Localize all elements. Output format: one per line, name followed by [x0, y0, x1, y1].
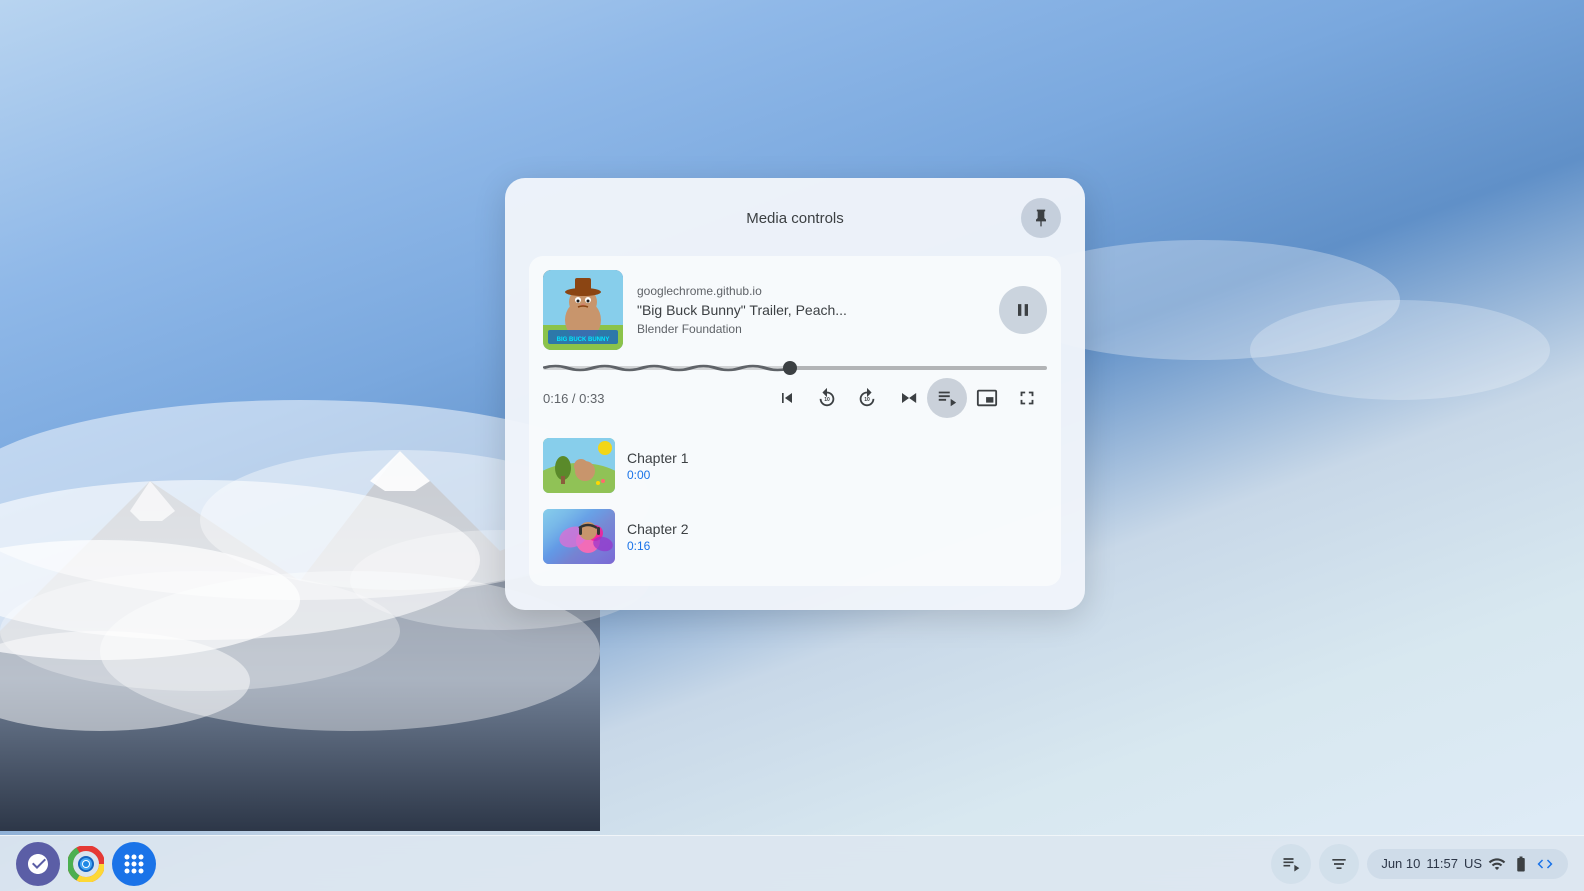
forward-icon: 10 — [856, 387, 878, 409]
fullscreen-icon — [1016, 387, 1038, 409]
media-info-row: BIG BUCK BUNNY googlechrome.github.io "B… — [543, 270, 1047, 350]
svg-text:BIG BUCK BUNNY: BIG BUCK BUNNY — [557, 337, 610, 343]
progress-thumb — [783, 361, 797, 375]
taskbar-media-button[interactable] — [1271, 844, 1311, 884]
controls-row: 0:16 / 0:33 10 10 — [543, 378, 1047, 418]
chapter-1-info: Chapter 1 0:00 — [627, 450, 1047, 482]
chapter-1-image — [543, 438, 615, 493]
launcher-button[interactable] — [16, 842, 60, 886]
pin-button[interactable] — [1021, 198, 1061, 238]
svg-text:10: 10 — [864, 397, 870, 403]
pip-icon — [976, 387, 998, 409]
chapter-item[interactable]: Chapter 2 0:16 — [543, 501, 1047, 572]
taskbar-playlist-icon — [1329, 854, 1349, 874]
media-text-info: googlechrome.github.io "Big Buck Bunny" … — [637, 284, 985, 336]
media-thumbnail: BIG BUCK BUNNY — [543, 270, 623, 350]
progress-wave — [543, 360, 790, 376]
media-controls-panel: Media controls — [505, 178, 1085, 610]
media-title: "Big Buck Bunny" Trailer, Peach... — [637, 302, 985, 318]
media-source: googlechrome.github.io — [637, 284, 985, 298]
chrome-button[interactable] — [64, 842, 108, 886]
chapter-1-name: Chapter 1 — [627, 450, 1047, 466]
next-track-icon — [897, 388, 917, 408]
chrome-icon — [68, 846, 104, 882]
chapter-2-time: 0:16 — [627, 539, 1047, 553]
time-display: 0:16 / 0:33 — [543, 391, 604, 406]
chapter-1-thumbnail — [543, 438, 615, 493]
progress-unplayed — [790, 366, 1047, 370]
progress-bar[interactable] — [543, 366, 1047, 370]
fullscreen-button[interactable] — [1007, 378, 1047, 418]
pause-icon — [1013, 300, 1033, 320]
rewind-icon: 10 — [816, 387, 838, 409]
bbb-poster: BIG BUCK BUNNY — [543, 270, 623, 350]
time-display: 11:57 — [1426, 856, 1458, 871]
taskbar: Jun 10 11:57 US — [0, 835, 1584, 891]
wifi-icon — [1488, 855, 1506, 873]
pause-button[interactable] — [999, 286, 1047, 334]
taskbar-playlist-button[interactable] — [1319, 844, 1359, 884]
media-card: BIG BUCK BUNNY googlechrome.github.io "B… — [529, 256, 1061, 586]
chapter-item[interactable]: Chapter 1 0:00 — [543, 430, 1047, 501]
playlist-button[interactable] — [927, 378, 967, 418]
panel-header: Media controls — [529, 198, 1061, 238]
pin-icon — [1031, 208, 1051, 228]
chapter-2-info: Chapter 2 0:16 — [627, 521, 1047, 553]
forward-button[interactable]: 10 — [847, 378, 887, 418]
taskbar-right: Jun 10 11:57 US — [1271, 844, 1584, 884]
app-grid-button[interactable] — [112, 842, 156, 886]
chapter-list: Chapter 1 0:00 — [543, 430, 1047, 572]
skip-to-beginning-button[interactable] — [767, 378, 807, 418]
app-grid-icon — [123, 853, 145, 875]
taskbar-media-icon — [1281, 854, 1301, 874]
pip-button[interactable] — [967, 378, 1007, 418]
panel-title: Media controls — [569, 210, 1021, 227]
chapter-1-time: 0:00 — [627, 468, 1047, 482]
rewind-button[interactable]: 10 — [807, 378, 847, 418]
launcher-icon — [26, 852, 50, 876]
system-tray[interactable]: Jun 10 11:57 US — [1367, 849, 1568, 879]
taskbar-left — [0, 842, 156, 886]
chapter-2-image — [543, 509, 615, 564]
skip-beginning-icon — [777, 388, 797, 408]
media-artist: Blender Foundation — [637, 322, 985, 336]
date-display: Jun 10 — [1381, 856, 1420, 871]
playlist-icon — [936, 387, 958, 409]
chapter-2-name: Chapter 2 — [627, 521, 1047, 537]
dev-tools-icon — [1536, 855, 1554, 873]
battery-icon — [1512, 855, 1530, 873]
next-track-button[interactable] — [887, 378, 927, 418]
chapter-2-thumbnail — [543, 509, 615, 564]
locale-display: US — [1464, 856, 1482, 871]
svg-text:10: 10 — [824, 397, 830, 403]
